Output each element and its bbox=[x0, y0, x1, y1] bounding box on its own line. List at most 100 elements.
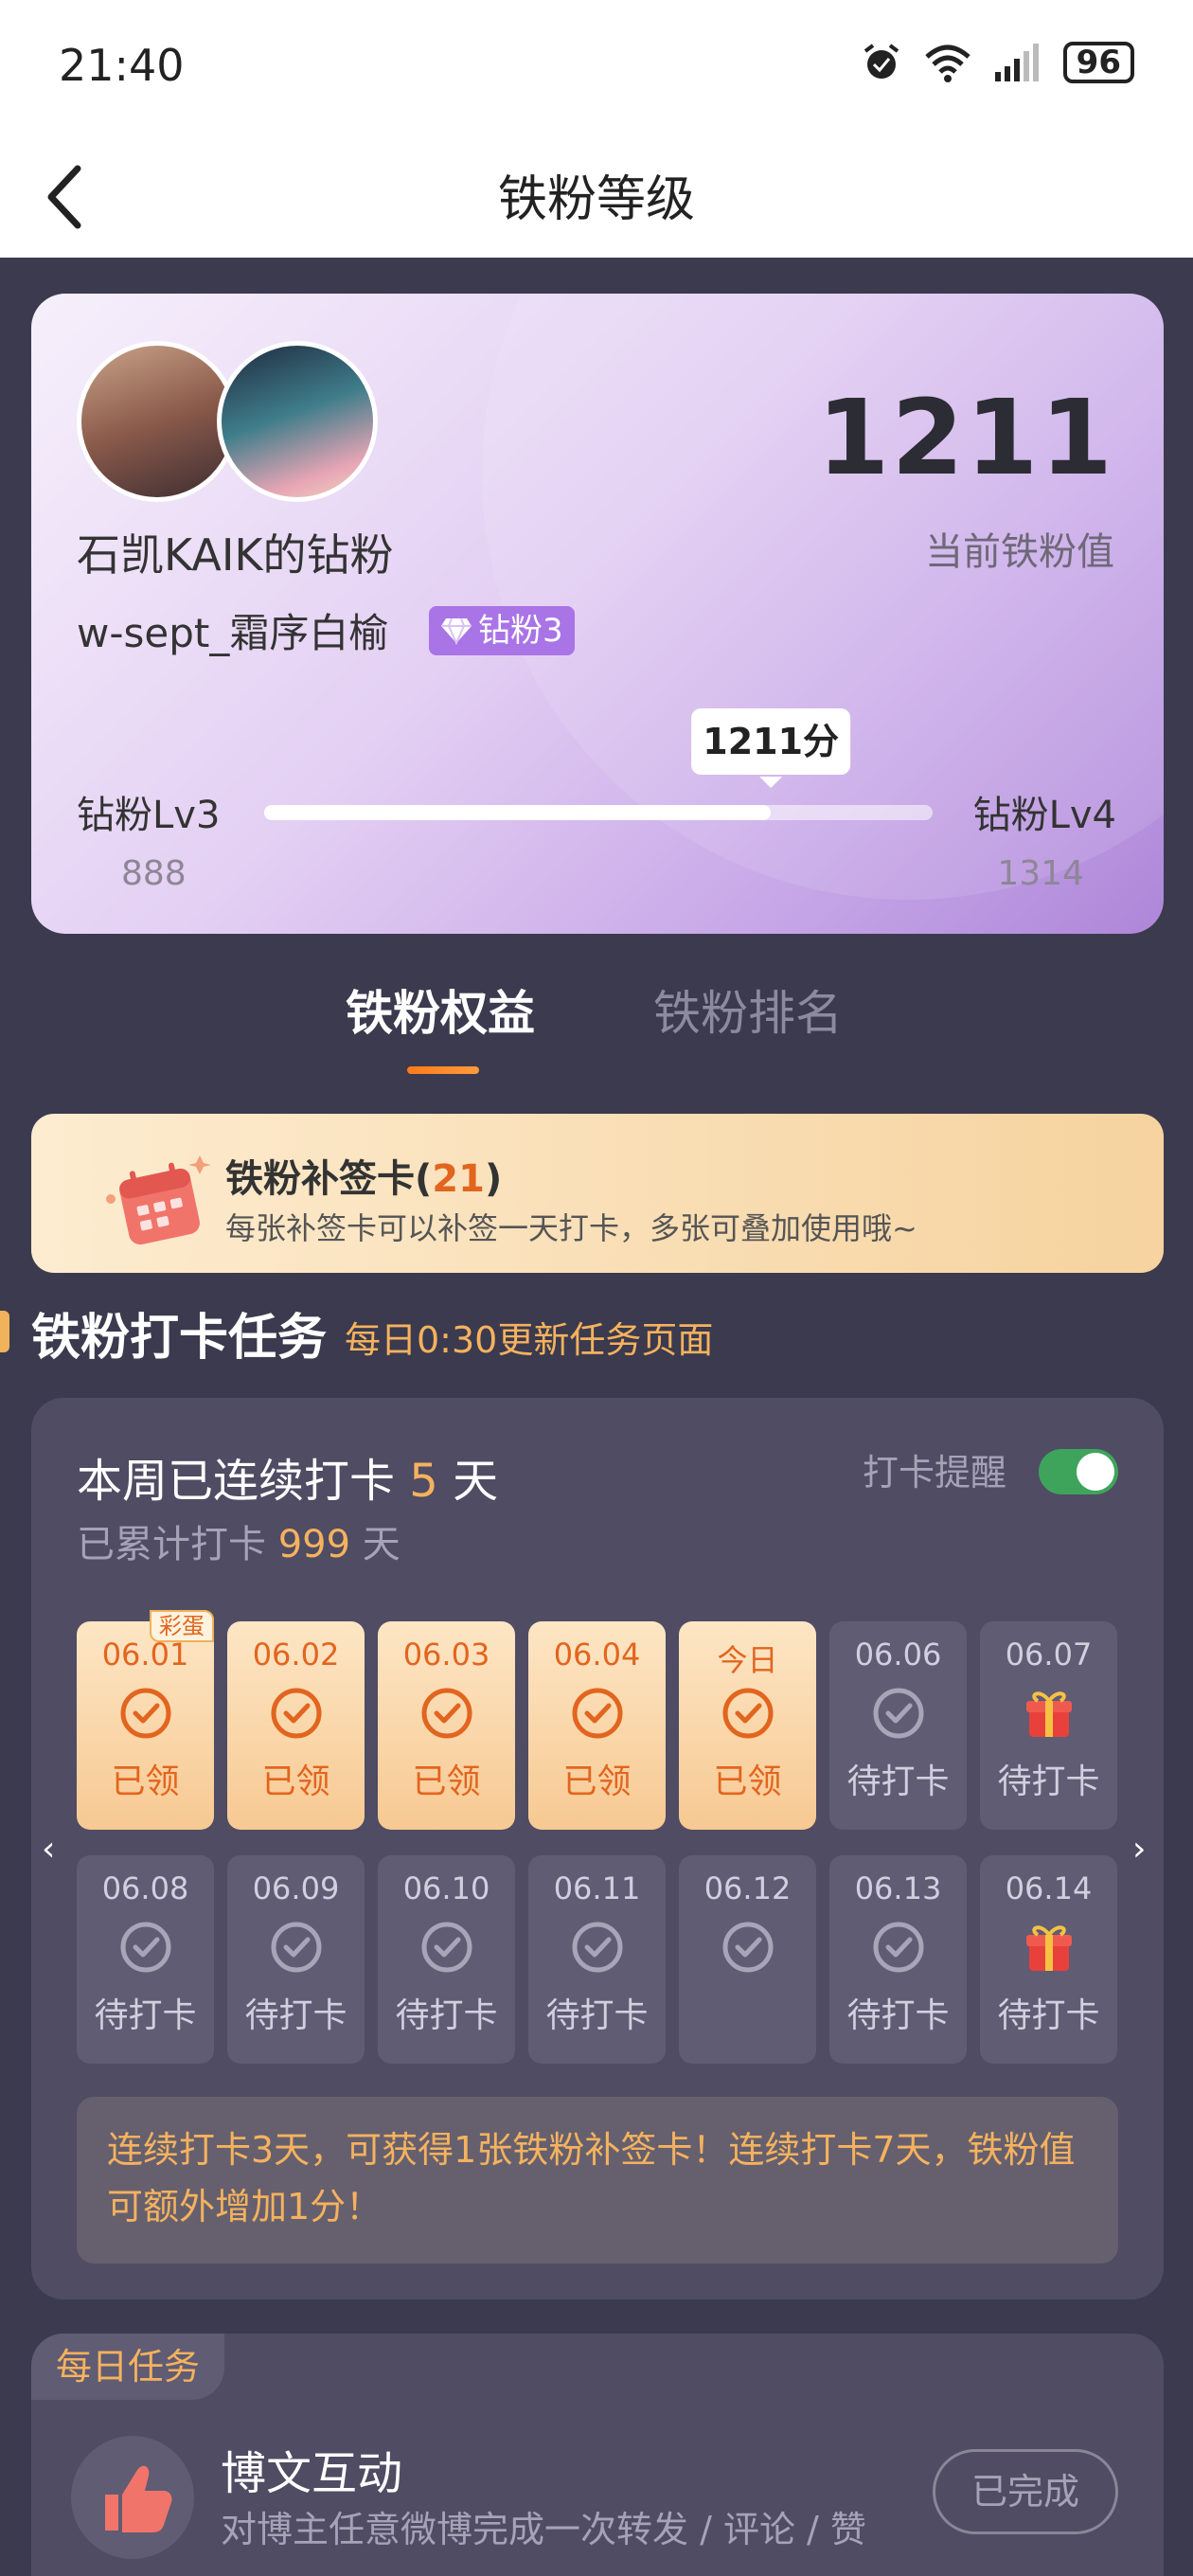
diamond-icon bbox=[441, 617, 472, 645]
checkin-day[interactable]: 06.13 待打卡 bbox=[829, 1855, 967, 2064]
check-circle-icon bbox=[269, 1920, 324, 1975]
makeup-card-banner[interactable]: 铁粉补签卡(21) 每张补签卡可以补签一天打卡，多张可叠加使用哦~ bbox=[31, 1114, 1164, 1273]
level-max-value: 1314 bbox=[997, 854, 1084, 893]
fan-value-label: 当前铁粉值 bbox=[925, 530, 1114, 574]
makeup-card-desc: 每张补签卡可以补签一天打卡，多张可叠加使用哦~ bbox=[225, 1210, 917, 1246]
nav-bar: 铁粉等级 bbox=[0, 142, 1193, 258]
daily-task-tag: 每日任务 bbox=[31, 2334, 225, 2400]
check-circle-icon bbox=[570, 1920, 625, 1975]
status-icons: 96 bbox=[861, 42, 1134, 83]
day-date: 06.08 bbox=[101, 1870, 189, 1906]
checkin-day[interactable]: 今日 已领 bbox=[679, 1621, 816, 1830]
level-progress-fill bbox=[264, 805, 772, 820]
day-status: 已领 bbox=[562, 1762, 632, 1801]
section-subtitle: 每日0:30更新任务页面 bbox=[345, 1319, 714, 1361]
check-circle-icon bbox=[871, 1686, 926, 1741]
thumbs-up-icon-wrap bbox=[71, 2436, 194, 2559]
check-circle-icon bbox=[871, 1920, 926, 1975]
day-status: 待打卡 bbox=[94, 1996, 197, 2035]
check-circle-icon bbox=[721, 1920, 775, 1975]
day-status: 已领 bbox=[713, 1762, 782, 1801]
day-date: 06.11 bbox=[553, 1870, 641, 1906]
level-min-value: 888 bbox=[121, 854, 187, 893]
battery-indicator: 96 bbox=[1062, 42, 1134, 83]
next-week-arrow[interactable]: › bbox=[1132, 1830, 1146, 1869]
day-status: 已领 bbox=[111, 1762, 180, 1801]
status-time: 21:40 bbox=[59, 40, 185, 91]
checkin-section-header: 铁粉打卡任务 每日0:30更新任务页面 bbox=[0, 1297, 1193, 1367]
completed-button[interactable]: 已完成 bbox=[933, 2449, 1118, 2534]
checkin-day[interactable]: 06.09 待打卡 bbox=[227, 1855, 365, 2064]
calendar-icon bbox=[106, 1155, 211, 1245]
day-date: 06.04 bbox=[553, 1637, 641, 1673]
day-status: 待打卡 bbox=[846, 1996, 950, 2035]
daily-task-card: 每日任务 博文互动 对博主任意微博完成一次转发 / 评论 / 赞 已完成 bbox=[31, 2334, 1164, 2576]
day-date: 06.10 bbox=[402, 1870, 490, 1906]
check-circle-icon bbox=[419, 1686, 474, 1741]
toggle-knob bbox=[1077, 1453, 1114, 1491]
day-status: 已领 bbox=[261, 1762, 330, 1801]
weekly-streak: 本周已连续打卡 5 天 bbox=[77, 1455, 499, 1508]
next-level-label: 钻粉Lv4 bbox=[972, 794, 1116, 837]
makeup-card-count: 21 bbox=[432, 1157, 485, 1201]
easter-egg-tag: 彩蛋 bbox=[150, 1610, 214, 1642]
checkin-day[interactable]: 06.06 待打卡 bbox=[829, 1621, 967, 1830]
tab-active-indicator bbox=[407, 1066, 479, 1074]
tab-fan-benefits[interactable]: 铁粉权益 bbox=[346, 975, 535, 1044]
day-date: 06.09 bbox=[252, 1870, 340, 1906]
tab-bar: 铁粉权益 铁粉排名 bbox=[0, 975, 1193, 1074]
day-status: 待打卡 bbox=[545, 1996, 649, 2035]
check-circle-icon bbox=[570, 1686, 625, 1741]
wifi-icon bbox=[924, 45, 970, 82]
day-date: 06.12 bbox=[703, 1870, 792, 1906]
fan-level-badge: 钻粉3 bbox=[429, 606, 575, 655]
checkin-day[interactable]: 06.01 已领 彩蛋 bbox=[77, 1610, 214, 1830]
makeup-card-title: 铁粉补签卡(21) bbox=[225, 1157, 503, 1201]
alarm-icon bbox=[864, 44, 899, 79]
user-avatar[interactable] bbox=[217, 341, 378, 502]
checkin-day[interactable]: 06.12 bbox=[679, 1855, 816, 2064]
section-accent-bar bbox=[0, 1311, 9, 1352]
day-date: 06.13 bbox=[854, 1870, 942, 1906]
username: w-sept_霜序白榆 bbox=[77, 610, 389, 656]
day-status: 已领 bbox=[412, 1762, 481, 1801]
day-status: 待打卡 bbox=[997, 1996, 1100, 2035]
checkin-day[interactable]: 06.11 待打卡 bbox=[528, 1855, 666, 2064]
day-date: 06.02 bbox=[252, 1637, 340, 1673]
day-date: 06.03 bbox=[402, 1637, 490, 1673]
reminder-toggle[interactable] bbox=[1039, 1449, 1118, 1494]
checkin-tip: 连续打卡3天，可获得1张铁粉补签卡！连续打卡7天，铁粉值可额外增加1分！ bbox=[77, 2097, 1118, 2263]
day-status: 待打卡 bbox=[244, 1996, 347, 2035]
fan-level-card: 石凯KAIK的钻粉 w-sept_霜序白榆 钻粉3 1211 当前铁粉值 钻粉L… bbox=[31, 294, 1164, 934]
fan-level-badge-label: 钻粉3 bbox=[478, 612, 563, 650]
check-circle-icon bbox=[118, 1686, 173, 1741]
section-title: 铁粉打卡任务 bbox=[31, 1310, 328, 1367]
checkin-day[interactable]: 06.14 待打卡 bbox=[980, 1855, 1117, 2064]
checkin-day[interactable]: 06.08 待打卡 bbox=[77, 1855, 214, 2064]
idol-avatar[interactable] bbox=[77, 341, 238, 502]
day-date: 06.07 bbox=[1005, 1637, 1093, 1673]
checkin-day[interactable]: 06.02 已领 bbox=[227, 1621, 365, 1830]
prev-week-arrow[interactable]: ‹ bbox=[42, 1830, 55, 1869]
check-circle-icon bbox=[419, 1920, 474, 1975]
daily-task-title: 博文互动 bbox=[221, 2447, 403, 2500]
progress-bubble: 1211分 bbox=[691, 708, 851, 788]
checkin-day[interactable]: 06.10 待打卡 bbox=[378, 1855, 515, 2064]
thumbs-up-icon bbox=[105, 2465, 172, 2532]
gift-icon bbox=[1022, 1686, 1077, 1741]
signal-icon bbox=[994, 44, 1039, 81]
day-date: 今日 bbox=[717, 1642, 778, 1678]
check-circle-icon bbox=[269, 1686, 324, 1741]
day-status: 待打卡 bbox=[846, 1762, 950, 1801]
status-bar: 21:40 96 bbox=[0, 0, 1193, 142]
level-progress-track bbox=[264, 805, 933, 820]
current-level-label: 钻粉Lv3 bbox=[77, 794, 221, 837]
tab-fan-ranking[interactable]: 铁粉排名 bbox=[653, 975, 843, 1044]
checkin-day[interactable]: 06.07 待打卡 bbox=[980, 1621, 1117, 1830]
check-circle-icon bbox=[721, 1686, 775, 1741]
checkin-day[interactable]: 06.04 已领 bbox=[528, 1621, 666, 1830]
fan-value: 1211 bbox=[816, 377, 1114, 498]
fan-group-name: 石凯KAIK的钻粉 bbox=[77, 529, 394, 581]
gift-icon bbox=[1022, 1920, 1077, 1975]
checkin-day[interactable]: 06.03 已领 bbox=[378, 1621, 515, 1830]
